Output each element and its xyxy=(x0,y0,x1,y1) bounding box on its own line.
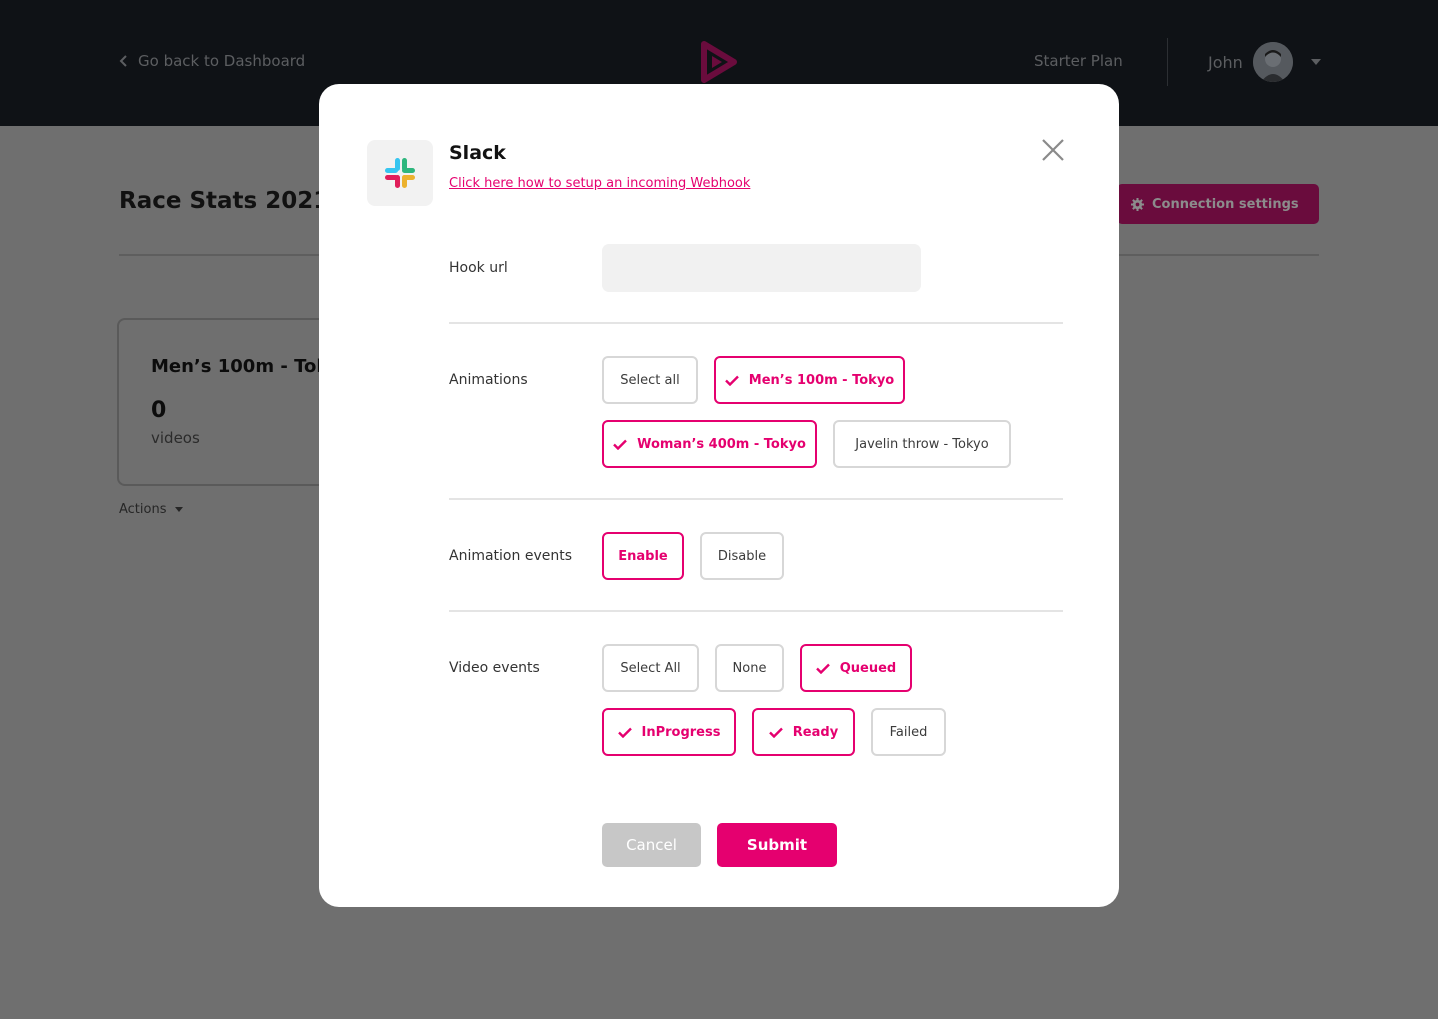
video-event-ready[interactable]: Ready xyxy=(752,708,855,756)
play-logo-icon[interactable] xyxy=(698,40,738,84)
video-events-select-all-button[interactable]: Select All xyxy=(602,644,699,692)
header-divider xyxy=(1167,38,1168,86)
video-event-failed[interactable]: Failed xyxy=(871,708,946,756)
animation-card[interactable]: Men’s 100m - Tokyo 0 videos xyxy=(117,318,352,486)
user-menu[interactable]: John xyxy=(1208,42,1321,82)
chip-label: InProgress xyxy=(641,724,721,740)
slack-logo xyxy=(367,140,433,206)
close-icon[interactable] xyxy=(1039,136,1067,164)
webhook-help-link[interactable]: Click here how to setup an incoming Webh… xyxy=(449,176,750,191)
animations-select-all-button[interactable]: Select all xyxy=(602,356,698,404)
cancel-button[interactable]: Cancel xyxy=(602,823,701,867)
card-video-count: 0 xyxy=(151,398,167,423)
chip-label: None xyxy=(732,660,767,676)
animation-option-mens-100m[interactable]: Men’s 100m - Tokyo xyxy=(714,356,905,404)
section-divider xyxy=(449,498,1063,500)
chevron-down-icon xyxy=(174,507,183,512)
integration-modal: Slack Click here how to setup an incomin… xyxy=(319,84,1119,907)
back-link-label: Go back to Dashboard xyxy=(138,52,306,70)
integration-title: Slack xyxy=(449,142,506,164)
animation-option-womans-400m[interactable]: Woman’s 400m - Tokyo xyxy=(602,420,817,468)
chip-label: Select all xyxy=(620,372,680,388)
video-event-queued[interactable]: Queued xyxy=(800,644,912,692)
chip-label: Men’s 100m - Tokyo xyxy=(748,372,895,388)
submit-button[interactable]: Submit xyxy=(717,823,837,867)
plan-label[interactable]: Starter Plan xyxy=(1034,52,1123,70)
animation-events-disable-button[interactable]: Disable xyxy=(700,532,784,580)
chip-label: Disable xyxy=(717,548,767,564)
chip-label: Failed xyxy=(889,724,928,740)
chevron-left-icon xyxy=(119,55,127,67)
animation-events-label: Animation events xyxy=(449,548,572,564)
section-divider xyxy=(449,610,1063,612)
hook-url-label: Hook url xyxy=(449,260,508,276)
video-event-inprogress[interactable]: InProgress xyxy=(602,708,736,756)
connection-settings-label: Connection settings xyxy=(1152,196,1299,212)
card-count-label: videos xyxy=(151,429,200,447)
actions-label: Actions xyxy=(119,502,167,517)
video-events-none-button[interactable]: None xyxy=(715,644,784,692)
gear-icon xyxy=(1131,197,1144,211)
actions-dropdown[interactable]: Actions xyxy=(119,502,183,517)
section-divider xyxy=(449,322,1063,324)
check-icon xyxy=(617,727,632,738)
animation-option-javelin-throw[interactable]: Javelin throw - Tokyo xyxy=(833,420,1011,468)
check-icon xyxy=(815,663,830,674)
chip-label: Ready xyxy=(792,724,839,740)
chip-label: Queued xyxy=(839,660,897,676)
animation-events-enable-button[interactable]: Enable xyxy=(602,532,684,580)
back-to-dashboard-link[interactable]: Go back to Dashboard xyxy=(119,52,305,70)
chip-label: Select All xyxy=(620,660,681,676)
slack-icon xyxy=(385,158,415,188)
connection-settings-button[interactable]: Connection settings xyxy=(1117,184,1319,224)
check-icon xyxy=(724,375,739,386)
check-icon xyxy=(613,439,627,450)
animations-label: Animations xyxy=(449,372,528,388)
avatar xyxy=(1252,42,1293,82)
user-avatar-icon xyxy=(1252,42,1293,82)
page-title: Race Stats 2021 xyxy=(119,188,330,214)
check-icon xyxy=(768,727,783,738)
chip-label: Woman’s 400m - Tokyo xyxy=(637,436,806,452)
chip-label: Enable xyxy=(618,548,668,564)
chip-label: Javelin throw - Tokyo xyxy=(855,436,989,452)
video-events-label: Video events xyxy=(449,660,540,676)
chevron-down-icon xyxy=(1310,59,1321,65)
hook-url-input[interactable] xyxy=(602,244,921,292)
user-name: John xyxy=(1208,52,1243,72)
